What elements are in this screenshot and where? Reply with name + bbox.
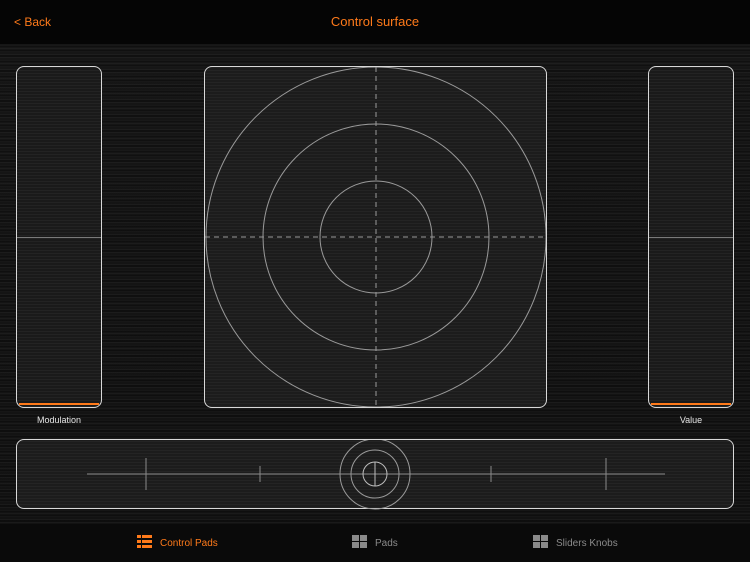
modulation-label: Modulation	[36, 415, 82, 425]
value-label: Value	[679, 415, 703, 425]
value-slider[interactable]	[648, 66, 734, 408]
slider-level-indicator	[19, 403, 99, 405]
horizontal-pad-graphic	[87, 438, 665, 510]
slider-level-indicator	[651, 403, 731, 405]
modulation-slider[interactable]	[16, 66, 102, 408]
tab-pads[interactable]: Pads	[352, 524, 398, 562]
slider-center-line	[17, 237, 101, 238]
navigation-bar: < Back Control surface	[0, 0, 750, 44]
tab-label: Sliders Knobs	[556, 537, 618, 549]
tab-bar: Control Pads Pads Sliders Knobs	[0, 524, 750, 562]
tab-sliders-knobs[interactable]: Sliders Knobs	[533, 524, 618, 562]
slider-center-line	[649, 237, 733, 238]
horizontal-pad[interactable]	[16, 438, 734, 510]
tab-label: Pads	[375, 537, 398, 549]
grid-icon	[533, 535, 548, 551]
xy-pad-target-graphic	[205, 67, 546, 407]
tab-label: Control Pads	[160, 537, 218, 549]
grid-icon	[352, 535, 367, 551]
grid-icon	[137, 535, 152, 551]
tab-control-pads[interactable]: Control Pads	[137, 524, 218, 562]
xy-pad[interactable]	[204, 66, 547, 408]
page-title: Control surface	[330, 14, 420, 29]
